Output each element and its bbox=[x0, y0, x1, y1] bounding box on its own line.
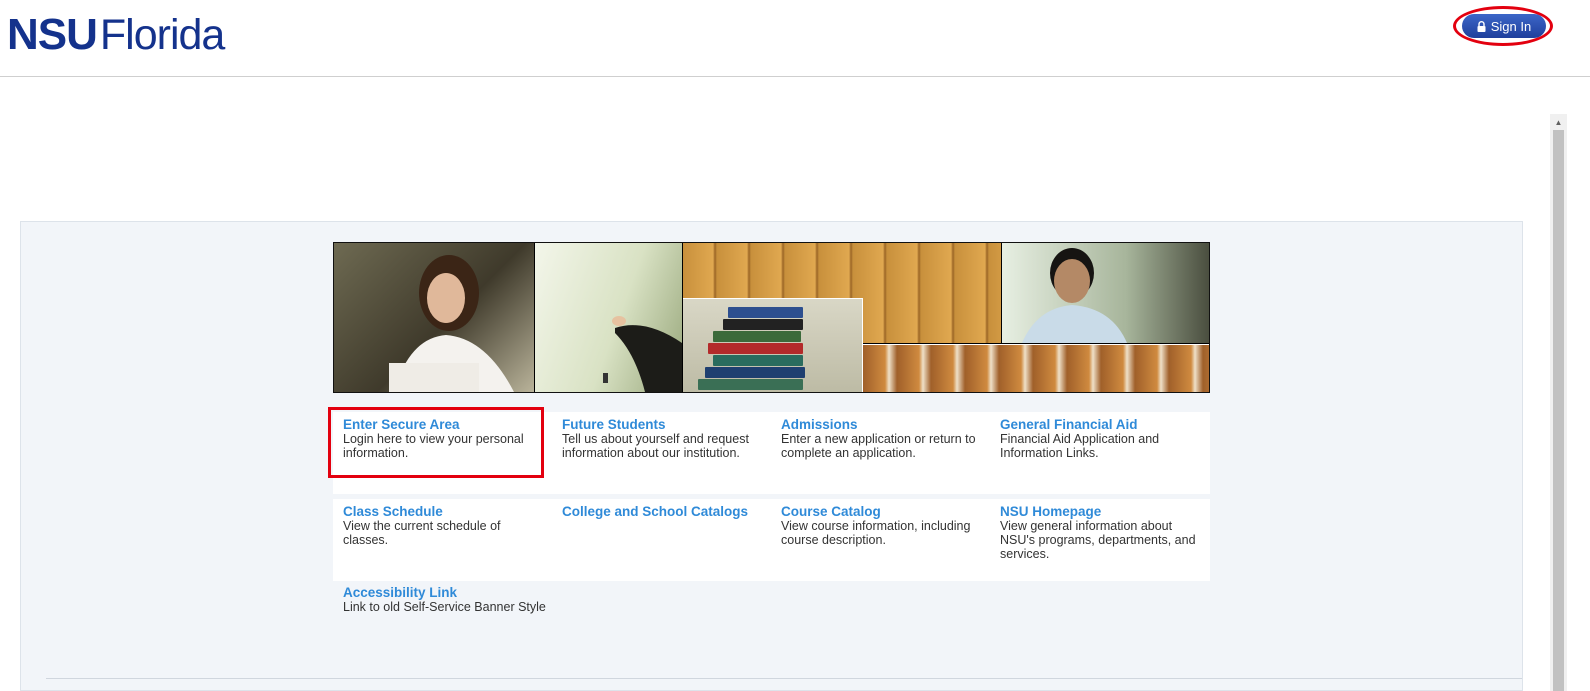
scrollbar-thumb[interactable] bbox=[1553, 130, 1564, 691]
nsu-homepage-link[interactable]: NSU Homepage bbox=[1000, 505, 1205, 519]
vertical-scrollbar[interactable]: ▲ bbox=[1550, 114, 1567, 691]
course-catalog-link[interactable]: Course Catalog bbox=[781, 505, 986, 519]
link-item-class-schedule: Class Schedule View the current schedule… bbox=[343, 505, 548, 548]
scroll-up-arrow-icon[interactable]: ▲ bbox=[1550, 114, 1567, 130]
banner-photo-books bbox=[683, 298, 863, 392]
link-item-general-financial-aid: General Financial Aid Financial Aid Appl… bbox=[1000, 418, 1205, 461]
link-item-future-students: Future Students Tell us about yourself a… bbox=[562, 418, 767, 461]
nsu-homepage-desc: View general information about NSU's pro… bbox=[1000, 519, 1196, 561]
link-item-accessibility: Accessibility Link Link to old Self-Serv… bbox=[343, 586, 548, 615]
admissions-desc: Enter a new application or return to com… bbox=[781, 432, 976, 460]
college-school-catalogs-link[interactable]: College and School Catalogs bbox=[562, 505, 767, 519]
link-item-college-school-catalogs: College and School Catalogs bbox=[562, 505, 767, 519]
lock-icon bbox=[1477, 20, 1486, 32]
banner-photo-student-man bbox=[1002, 243, 1209, 343]
banner-photo-classroom-desks bbox=[863, 344, 1209, 392]
link-item-admissions: Admissions Enter a new application or re… bbox=[781, 418, 986, 461]
class-schedule-link[interactable]: Class Schedule bbox=[343, 505, 548, 519]
link-item-nsu-homepage: NSU Homepage View general information ab… bbox=[1000, 505, 1205, 562]
future-students-desc: Tell us about yourself and request infor… bbox=[562, 432, 749, 460]
general-financial-aid-link[interactable]: General Financial Aid bbox=[1000, 418, 1205, 432]
admissions-link[interactable]: Admissions bbox=[781, 418, 986, 432]
future-students-link[interactable]: Future Students bbox=[562, 418, 767, 432]
link-row-2: Class Schedule View the current schedule… bbox=[333, 499, 1210, 581]
link-item-course-catalog: Course Catalog View course information, … bbox=[781, 505, 986, 548]
banner-image-collage bbox=[333, 242, 1210, 393]
class-schedule-desc: View the current schedule of classes. bbox=[343, 519, 501, 547]
accessibility-link[interactable]: Accessibility Link bbox=[343, 586, 548, 600]
logo-text-florida: Florida bbox=[99, 11, 225, 59]
panel-divider bbox=[46, 678, 1522, 679]
logo-text-nsu: NSU bbox=[7, 10, 98, 59]
general-financial-aid-desc: Financial Aid Application and Informatio… bbox=[1000, 432, 1160, 460]
enter-secure-area-annotation-box bbox=[328, 407, 544, 478]
page-header: NSU Florida Sign In bbox=[0, 0, 1590, 77]
sign-in-label: Sign In bbox=[1490, 18, 1532, 34]
accessibility-desc: Link to old Self-Service Banner Style bbox=[343, 600, 546, 614]
sign-in-button[interactable]: Sign In bbox=[1462, 14, 1546, 38]
banner-photo-whiteboard bbox=[535, 243, 682, 392]
banner-photo-student-woman bbox=[334, 243, 534, 392]
nsu-florida-logo[interactable]: NSU Florida bbox=[7, 10, 225, 60]
course-catalog-desc: View course information, including cours… bbox=[781, 519, 971, 547]
